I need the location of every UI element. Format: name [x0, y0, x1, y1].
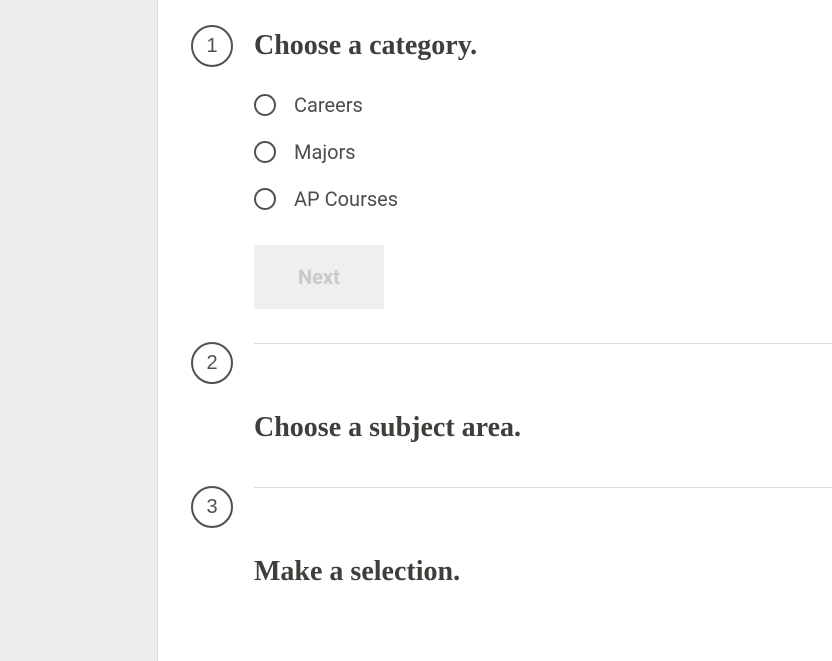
option-label: Careers [294, 93, 363, 117]
option-majors[interactable]: Majors [254, 140, 832, 164]
step-2-number: 2 [191, 342, 233, 384]
radio-icon [254, 94, 276, 116]
step-1-options: Careers Majors AP Courses [254, 93, 832, 211]
step-1: 1 Choose a category. Careers Majors AP C… [182, 25, 832, 344]
option-label: AP Courses [294, 187, 398, 211]
step-3-title: Make a selection. [254, 551, 832, 593]
step-3-number: 3 [191, 486, 233, 528]
radio-icon [254, 188, 276, 210]
option-ap-courses[interactable]: AP Courses [254, 187, 832, 211]
option-label: Majors [294, 140, 356, 164]
step-3: 3 Make a selection. [182, 486, 832, 619]
main-content: 1 Choose a category. Careers Majors AP C… [158, 0, 832, 661]
step-2-title: Choose a subject area. [254, 407, 832, 449]
step-1-title: Choose a category. [254, 25, 832, 67]
option-careers[interactable]: Careers [254, 93, 832, 117]
sidebar [0, 0, 158, 661]
next-button[interactable]: Next [254, 245, 384, 309]
step-1-number: 1 [191, 25, 233, 67]
radio-icon [254, 141, 276, 163]
step-2: 2 Choose a subject area. [182, 342, 832, 488]
